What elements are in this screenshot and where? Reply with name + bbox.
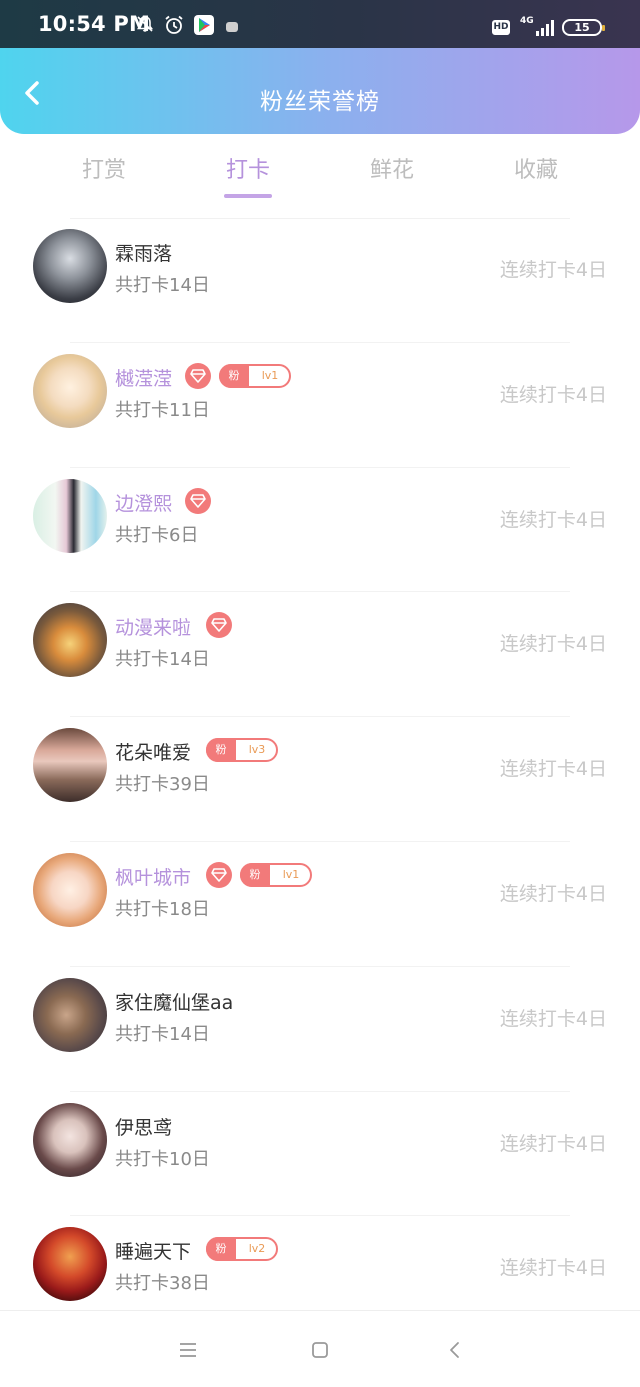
status-time: 10:54 PM — [38, 12, 151, 36]
diamond-icon — [211, 868, 227, 882]
active-tab-indicator — [224, 194, 272, 198]
home-icon[interactable] — [309, 1339, 331, 1361]
list-item[interactable]: 动漫来啦 共打卡14日 连续打卡4日 — [0, 592, 640, 718]
user-name: 动漫来啦 — [115, 617, 192, 640]
total-checkins: 共打卡14日 — [115, 1023, 210, 1045]
tab-label: 打卡 — [225, 158, 270, 183]
top-area: 10:54 PM HD 4G 15 粉丝荣誉榜 — [0, 0, 640, 134]
streak-days: 连续打卡4日 — [499, 259, 607, 281]
total-checkins: 共打卡18日 — [115, 898, 210, 920]
status-bar: 10:54 PM HD 4G 15 — [0, 0, 640, 48]
user-name: 伊思鸢 — [115, 1116, 173, 1139]
app-icon — [226, 22, 238, 32]
tab-bar: 打赏 打卡 鲜花 收藏 — [0, 134, 640, 219]
user-name: 边澄熙 — [115, 492, 173, 515]
tab-flowers[interactable]: 鲜花 — [342, 152, 442, 184]
user-name: 樾滢滢 — [115, 367, 173, 390]
list-item[interactable]: 花朵唯爱 粉 lv3 共打卡39日 连续打卡4日 — [0, 717, 640, 842]
total-checkins: 共打卡38日 — [115, 1273, 210, 1295]
user-name: 家住魔仙堡aa — [115, 991, 234, 1014]
system-nav-bar — [0, 1310, 640, 1387]
streak-days: 连续打卡4日 — [499, 1257, 607, 1280]
avatar[interactable] — [33, 852, 107, 927]
fan-level-badge: 粉 lv1 — [219, 363, 291, 388]
total-checkins: 共打卡14日 — [115, 275, 210, 296]
list-item[interactable]: 家住魔仙堡aa 共打卡14日 连续打卡4日 — [0, 967, 640, 1092]
fan-level: lv3 — [248, 743, 266, 757]
bell-muted-icon — [136, 16, 154, 32]
avatar[interactable] — [33, 478, 107, 553]
diamond-icon — [190, 368, 206, 383]
fan-label: 粉 — [206, 1237, 236, 1262]
diamond-badge — [185, 487, 211, 514]
list-item[interactable]: 边澄熙 共打卡6日 连续打卡4日 — [0, 468, 640, 593]
fan-level-badge: 粉 lv3 — [206, 738, 278, 763]
list-item[interactable]: 伊思鸢 共打卡10日 连续打卡4日 — [0, 1092, 640, 1217]
user-badges: 粉 lv1 — [185, 362, 291, 389]
alarm-icon — [165, 15, 183, 34]
tab-label: 收藏 — [513, 158, 558, 183]
ranking-list: 霖雨落 共打卡14日 连续打卡4日 樾滢滢 粉 lv1 共打卡11日 连续打卡4日… — [0, 218, 640, 1341]
tab-tipping[interactable]: 打赏 — [54, 152, 154, 184]
avatar[interactable] — [33, 728, 107, 803]
user-name: 霖雨落 — [115, 243, 173, 265]
tab-checkin[interactable]: 打卡 — [198, 152, 298, 198]
user-name: 睡遍天下 — [115, 1241, 192, 1264]
avatar[interactable] — [33, 229, 107, 303]
page-title: 粉丝荣誉榜 — [260, 89, 380, 115]
list-item[interactable]: 霖雨落 共打卡14日 连续打卡4日 — [0, 218, 640, 343]
list-item[interactable]: 枫叶城市 粉 lv1 共打卡18日 连续打卡4日 — [0, 842, 640, 967]
streak-days: 连续打卡4日 — [499, 758, 607, 781]
diamond-icon — [190, 493, 206, 508]
tab-label: 打赏 — [81, 158, 126, 183]
user-badges — [206, 612, 232, 639]
fan-level: lv1 — [282, 867, 300, 881]
streak-days: 连续打卡4日 — [499, 633, 607, 656]
diamond-badge — [206, 612, 232, 639]
tab-label: 鲜花 — [369, 158, 414, 183]
play-store-icon — [194, 15, 214, 35]
streak-days: 连续打卡4日 — [499, 1007, 607, 1030]
fan-label: 粉 — [206, 738, 236, 763]
fan-label: 粉 — [240, 862, 270, 887]
header-bar: 粉丝荣誉榜 — [0, 48, 640, 134]
avatar[interactable] — [33, 977, 107, 1052]
back-icon[interactable] — [444, 1339, 466, 1361]
fan-label: 粉 — [219, 363, 249, 388]
total-checkins: 共打卡14日 — [115, 649, 210, 671]
streak-days: 连续打卡4日 — [499, 508, 607, 531]
user-badges: 粉 lv1 — [206, 861, 312, 888]
diamond-icon — [211, 618, 227, 633]
total-checkins: 共打卡6日 — [115, 524, 199, 546]
total-checkins: 共打卡39日 — [115, 774, 210, 796]
list-item[interactable]: 樾滢滢 粉 lv1 共打卡11日 连续打卡4日 — [0, 343, 640, 468]
fan-level-badge: 粉 lv1 — [240, 862, 312, 887]
user-badges — [185, 487, 211, 514]
signal-icon — [536, 20, 554, 36]
diamond-badge — [185, 362, 211, 389]
avatar[interactable] — [33, 1227, 107, 1302]
streak-days: 连续打卡4日 — [499, 882, 607, 905]
menu-icon[interactable] — [177, 1339, 199, 1361]
diamond-badge — [206, 861, 232, 888]
hd-icon: HD — [492, 20, 510, 35]
fan-level: lv1 — [261, 368, 279, 382]
tab-favorites[interactable]: 收藏 — [486, 152, 586, 184]
avatar[interactable] — [33, 603, 107, 678]
battery-indicator: 15 — [562, 19, 605, 36]
total-checkins: 共打卡11日 — [115, 399, 210, 421]
fan-level: lv2 — [248, 1242, 266, 1256]
user-name: 枫叶城市 — [115, 866, 192, 889]
user-badges: 粉 lv2 — [198, 1236, 278, 1262]
user-name: 花朵唯爱 — [115, 742, 192, 765]
fan-level-badge: 粉 lv2 — [206, 1237, 278, 1262]
user-badges: 粉 lv3 — [198, 737, 278, 763]
streak-days: 连续打卡4日 — [499, 383, 607, 406]
streak-days: 连续打卡4日 — [499, 1132, 607, 1155]
total-checkins: 共打卡10日 — [115, 1148, 210, 1170]
avatar[interactable] — [33, 1102, 107, 1177]
avatar[interactable] — [33, 353, 107, 428]
